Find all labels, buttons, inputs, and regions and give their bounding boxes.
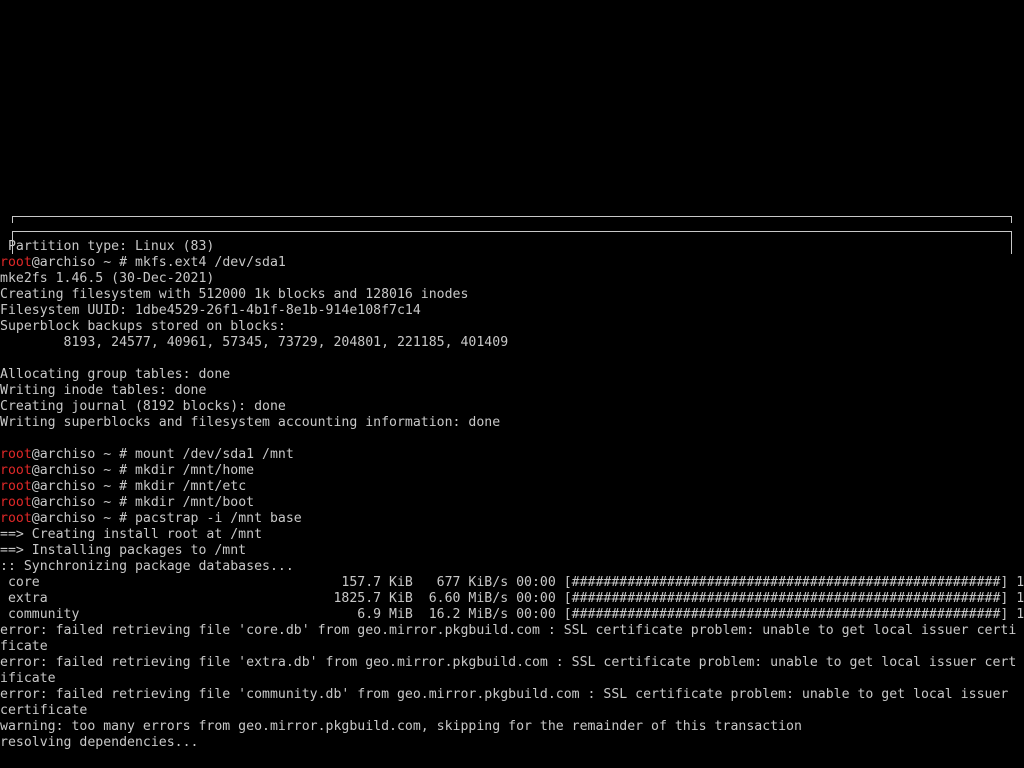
output-line: Filesystem UUID: 1dbe4529-26f1-4b1f-8e1b… [0, 303, 421, 318]
prompt-line-mkdir-etc: root@archiso ~ # mkdir /mnt/etc [0, 479, 1024, 495]
terminal-screen[interactable]: Partition type: Linux (83) root@archiso … [0, 0, 1024, 768]
dialog-info-border [12, 231, 1012, 232]
prompt-user: root [0, 463, 32, 478]
warning-line: warning: too many errors from geo.mirror… [0, 719, 802, 734]
prompt-host: @archiso ~ # [31, 479, 135, 494]
error-line-wrap: certificate [0, 703, 88, 718]
prompt-line-mkfs: root@archiso ~ # mkfs.ext4 /dev/sda1 [0, 255, 1024, 271]
partition-type-text: Partition type: Linux (83) [0, 239, 215, 254]
prompt-line-mkdir-home: root@archiso ~ # mkdir /mnt/home [0, 463, 1024, 479]
partition-type-line: Partition type: Linux (83) [0, 239, 1024, 255]
prompt-host: @archiso ~ # [31, 463, 135, 478]
prompt-line-mkdir-boot: root@archiso ~ # mkdir /mnt/boot [0, 495, 1024, 511]
output-line: ==> Installing packages to /mnt [0, 543, 247, 558]
db-progress-core: core 157.7 KiB 677 KiB/s 00:00 [########… [0, 575, 1024, 590]
command-text: mkdir /mnt/boot [134, 495, 255, 510]
dialog-left-tick [12, 216, 13, 223]
command-text: mount /dev/sda1 /mnt [134, 447, 294, 462]
output-line: Superblock backups stored on blocks: [0, 319, 286, 334]
terminal-output: Partition type: Linux (83) root@archiso … [0, 239, 1024, 751]
prompt-user: root [0, 447, 32, 462]
output-line: mke2fs 1.46.5 (30-Dec-2021) [0, 271, 215, 286]
error-line-wrap: ficate [0, 639, 48, 654]
prompt-user: root [0, 511, 32, 526]
command-text: mkdir /mnt/home [134, 463, 255, 478]
output-line: Creating filesystem with 512000 1k block… [0, 287, 469, 302]
output-line: 8193, 24577, 40961, 57345, 73729, 204801… [0, 335, 509, 350]
prompt-host: @archiso ~ # [31, 495, 135, 510]
error-line: error: failed retrieving file 'extra.db'… [0, 655, 1017, 670]
db-progress-community: community 6.9 MiB 16.2 MiB/s 00:00 [####… [0, 607, 1024, 622]
prompt-host: @archiso ~ # [31, 511, 135, 526]
error-line: error: failed retrieving file 'core.db' … [0, 623, 1017, 638]
output-line: Creating journal (8192 blocks): done [0, 399, 286, 414]
command-text: mkdir /mnt/etc [134, 479, 247, 494]
command-text: pacstrap -i /mnt base [134, 511, 302, 526]
prompt-host: @archiso ~ # [31, 447, 135, 462]
error-line: error: failed retrieving file 'community… [0, 687, 1009, 702]
db-progress-extra: extra 1825.7 KiB 6.60 MiB/s 00:00 [#####… [0, 591, 1024, 606]
command-text: mkfs.ext4 /dev/sda1 [134, 255, 286, 270]
output-line: resolving dependencies... [0, 735, 199, 750]
dialog-top-border [12, 216, 1012, 217]
output-line: :: Synchronizing package databases... [0, 559, 294, 574]
prompt-line-pacstrap: root@archiso ~ # pacstrap -i /mnt base [0, 511, 1024, 527]
prompt-line-mount: root@archiso ~ # mount /dev/sda1 /mnt [0, 447, 1024, 463]
prompt-user: root [0, 495, 32, 510]
prompt-user: root [0, 255, 32, 270]
output-line: Writing inode tables: done [0, 383, 207, 398]
output-line: Writing superblocks and filesystem accou… [0, 415, 501, 430]
prompt-host: @archiso ~ # [31, 255, 135, 270]
output-line: ==> Creating install root at /mnt [0, 527, 263, 542]
output-line: Allocating group tables: done [0, 367, 231, 382]
prompt-user: root [0, 479, 32, 494]
error-line-wrap: ificate [0, 671, 56, 686]
dialog-right-tick [1011, 216, 1012, 223]
